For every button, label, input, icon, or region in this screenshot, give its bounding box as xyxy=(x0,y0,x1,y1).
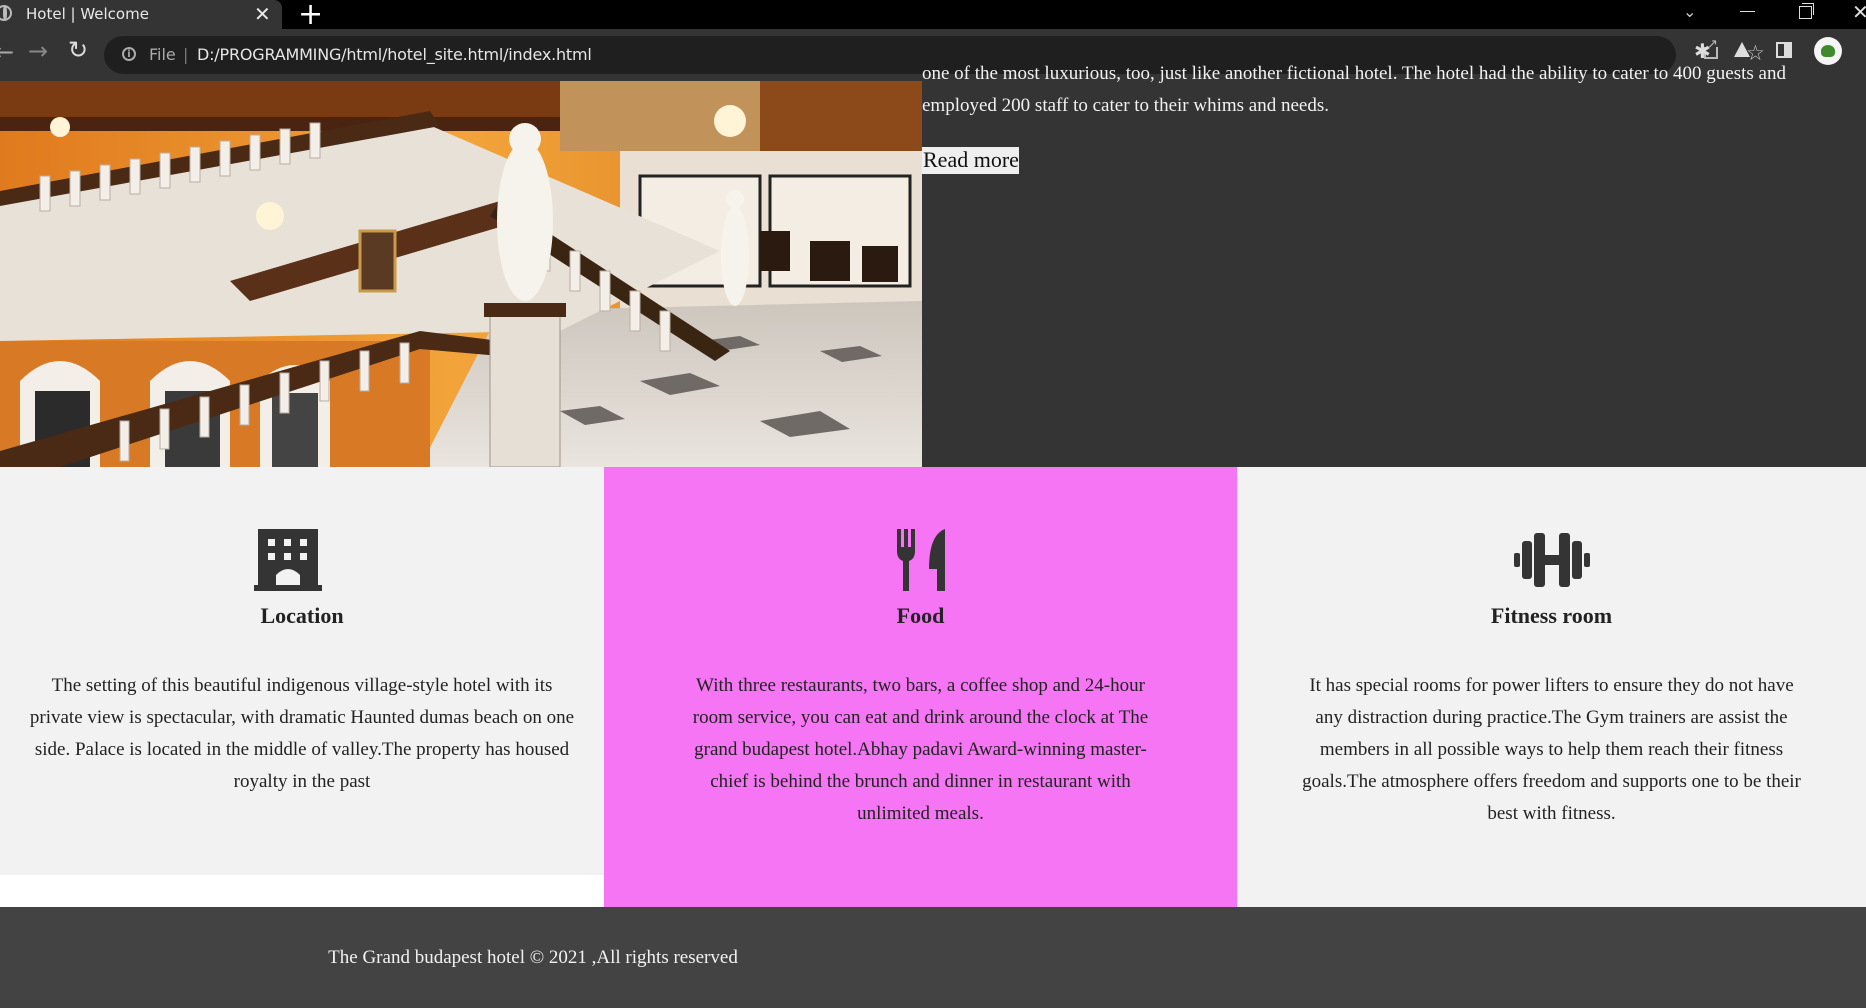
read-more-button[interactable]: Read more xyxy=(922,147,1019,174)
globe-icon xyxy=(0,5,12,21)
reload-icon[interactable]: ↻ xyxy=(68,36,88,64)
hero-description-panel: one of the most luxurious, too, just lik… xyxy=(922,63,1866,467)
feature-fitness: Fitness room It has special rooms for po… xyxy=(1237,467,1866,907)
feature-text: With three restaurants, two bars, a coff… xyxy=(692,675,1149,824)
minimize-icon[interactable] xyxy=(1740,11,1755,13)
side-panel-icon[interactable] xyxy=(1776,42,1792,58)
building-icon xyxy=(254,529,322,591)
plus-icon[interactable]: + xyxy=(298,0,323,32)
hero-description: one of the most luxurious, too, just lik… xyxy=(922,63,1786,116)
dumbbell-icon xyxy=(1514,533,1590,587)
feature-text: The setting of this beautiful indigenous… xyxy=(29,675,575,792)
close-icon[interactable]: ✕ xyxy=(254,2,271,26)
footer-copyright: The Grand budapest hotel © 2021 ,All rig… xyxy=(328,947,738,968)
menu-dots-icon[interactable]: ⋮ xyxy=(1858,39,1866,63)
forward-arrow-icon[interactable]: → xyxy=(28,37,48,65)
scheme-label: File xyxy=(149,45,176,64)
footer: The Grand budapest hotel © 2021 ,All rig… xyxy=(0,907,1866,1008)
feature-text: It has special rooms for power lifters t… xyxy=(1302,675,1801,824)
feature-title: Fitness room xyxy=(1490,603,1613,628)
feature-title: Food xyxy=(896,603,945,628)
close-window-icon[interactable]: ✕ xyxy=(1852,0,1866,24)
flask-icon[interactable] xyxy=(1734,42,1750,57)
browser-tab[interactable]: Hotel | Welcome ✕ xyxy=(0,0,282,29)
hotel-staircase-image xyxy=(0,81,922,467)
restore-icon[interactable] xyxy=(1799,3,1814,19)
utensils-icon xyxy=(897,529,945,591)
divider: | xyxy=(183,45,189,64)
feature-food: Food With three restaurants, two bars, a… xyxy=(604,467,1237,907)
url-text[interactable]: D:/PROGRAMMING/html/hotel_site.html/inde… xyxy=(197,45,592,64)
feature-location: Location The setting of this beautiful i… xyxy=(0,467,604,875)
info-icon[interactable]: i xyxy=(122,47,136,61)
feature-title: Location xyxy=(260,603,344,628)
chevron-down-icon[interactable]: ⌄ xyxy=(1683,2,1696,21)
tab-bar: Hotel | Welcome ✕ + ⌄ ✕ xyxy=(0,0,1866,32)
tab-title: Hotel | Welcome xyxy=(26,5,149,23)
back-arrow-icon[interactable]: ← xyxy=(0,38,14,66)
